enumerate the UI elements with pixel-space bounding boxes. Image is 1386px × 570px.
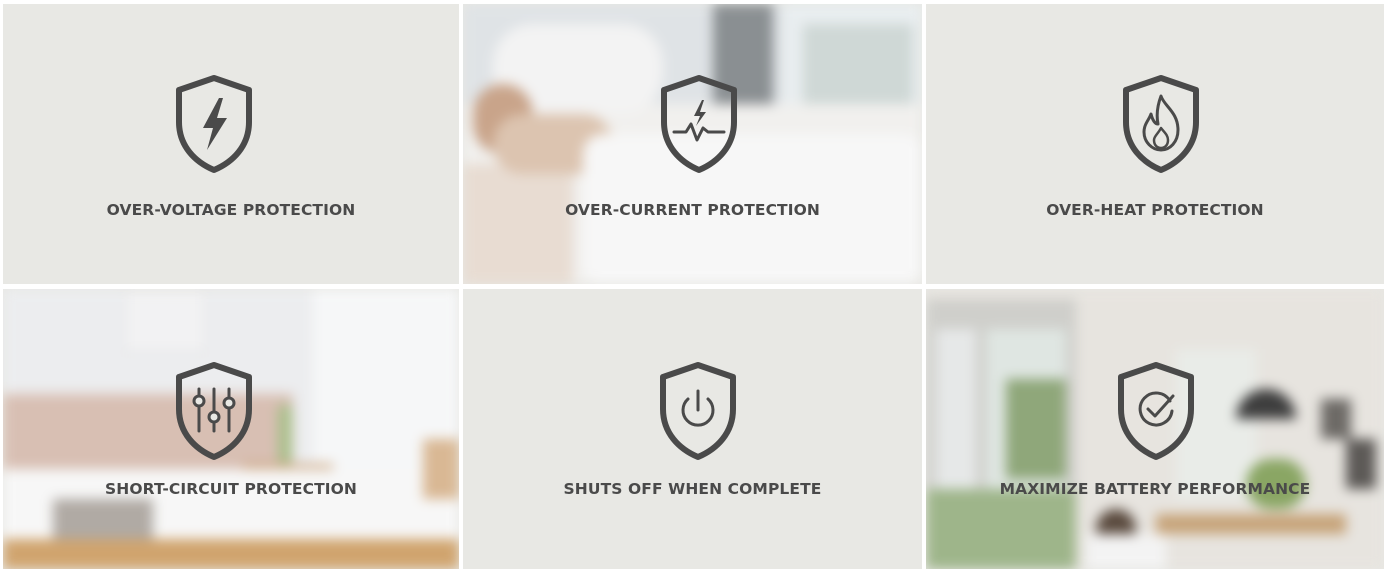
feature-label: OVER-HEAT PROTECTION [1046, 201, 1264, 219]
feature-label: OVER-CURRENT PROTECTION [565, 201, 820, 219]
current-pulse-shield-icon [658, 74, 740, 174]
feature-grid: OVER-VOLTAGE PROTECTION OVER-CURRENT PRO… [0, 0, 1386, 570]
feature-tile-over-voltage: OVER-VOLTAGE PROTECTION [3, 4, 459, 284]
feature-tile-short-circuit: SHORT-CIRCUIT PROTECTION [3, 289, 459, 569]
feature-tile-maximize-battery: MAXIMIZE BATTERY PERFORMANCE [926, 289, 1384, 569]
feature-tile-shuts-off: SHUTS OFF WHEN COMPLETE [463, 289, 922, 569]
check-shield-icon [1115, 361, 1197, 461]
feature-label: SHUTS OFF WHEN COMPLETE [563, 480, 822, 498]
feature-tile-over-heat: OVER-HEAT PROTECTION [926, 4, 1384, 284]
sliders-shield-icon [173, 361, 255, 461]
feature-label: OVER-VOLTAGE PROTECTION [106, 201, 356, 219]
feature-tile-over-current: OVER-CURRENT PROTECTION [463, 4, 922, 284]
feature-label: SHORT-CIRCUIT PROTECTION [105, 480, 357, 498]
feature-label: MAXIMIZE BATTERY PERFORMANCE [999, 480, 1311, 498]
lightning-shield-icon [173, 74, 255, 174]
power-shield-icon [657, 361, 739, 461]
flame-shield-icon [1120, 74, 1202, 174]
